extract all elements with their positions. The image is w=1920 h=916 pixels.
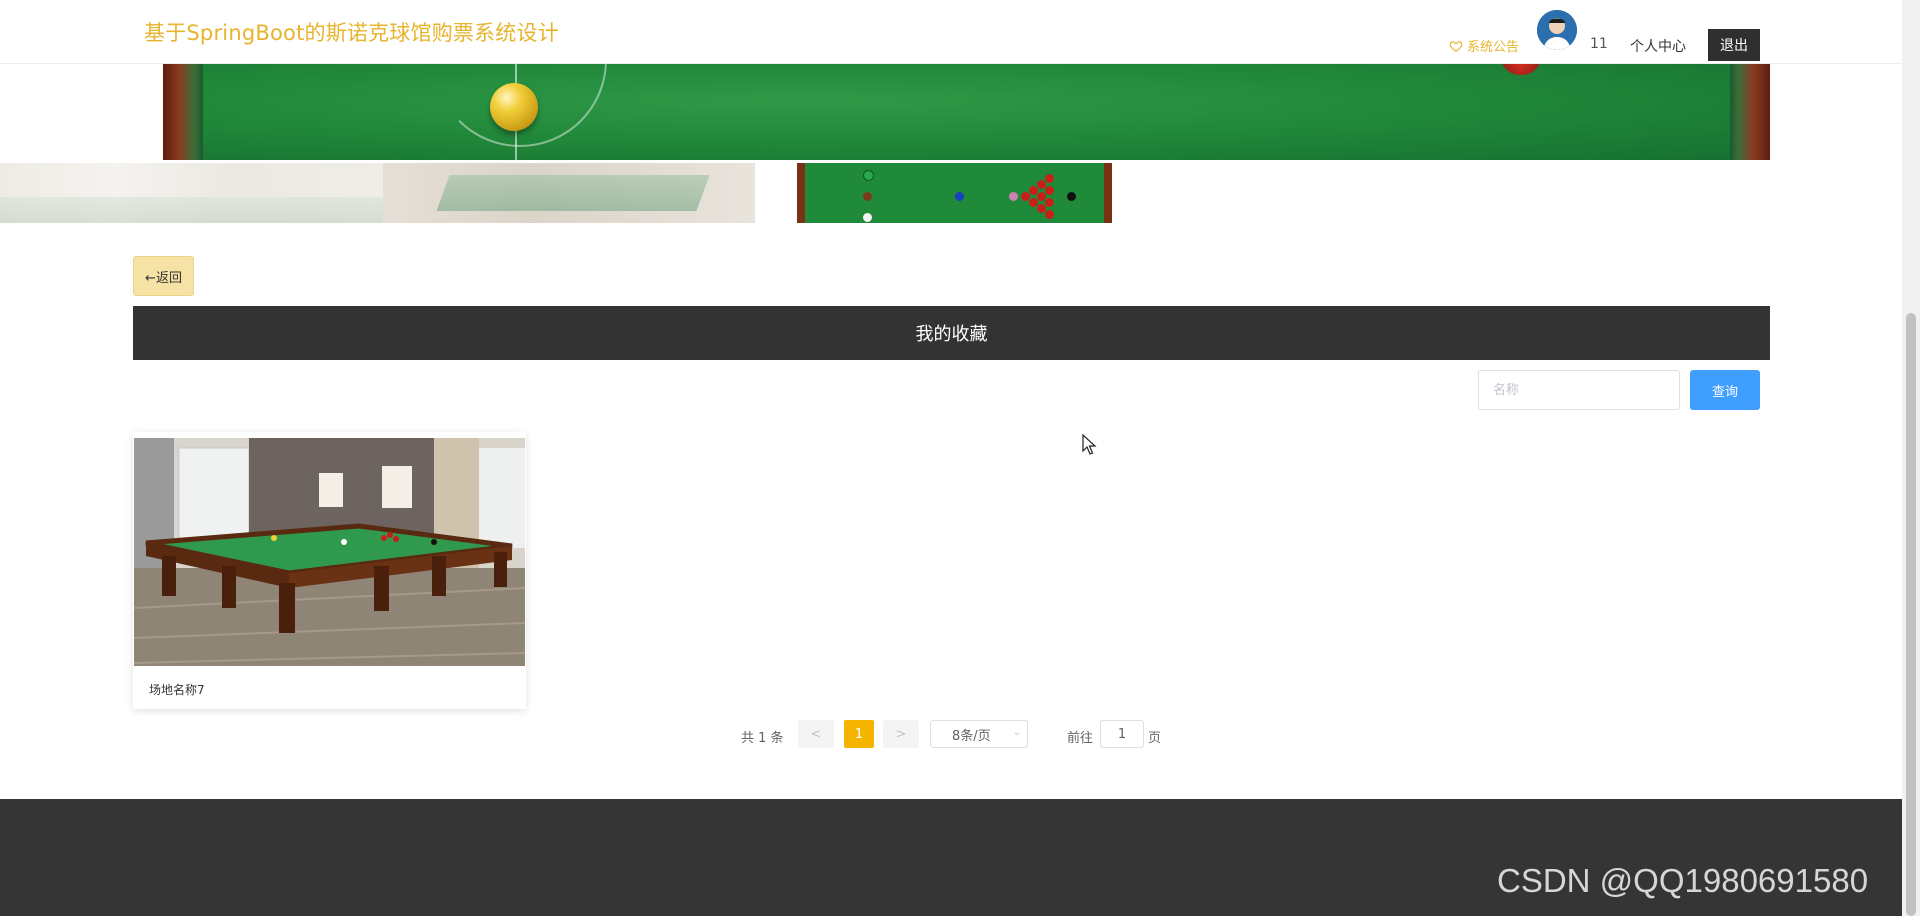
page-scrollbar[interactable] bbox=[1902, 0, 1920, 916]
banner-thumbnail-1[interactable] bbox=[0, 163, 383, 223]
heart-icon bbox=[1449, 40, 1463, 52]
venue-name: 场地名称7 bbox=[149, 683, 205, 697]
ball bbox=[1009, 192, 1018, 201]
red-ball bbox=[1502, 63, 1540, 75]
goto-label: 前往 bbox=[1067, 731, 1094, 746]
user-center-link[interactable]: 个人中心 bbox=[1630, 36, 1686, 56]
page-title: 我的收藏 bbox=[915, 324, 988, 345]
system-notice-link[interactable]: 系统公告 bbox=[1449, 36, 1519, 55]
banner-image bbox=[163, 63, 1770, 160]
goto-page-input[interactable] bbox=[1100, 720, 1144, 748]
back-button[interactable]: ←返回 bbox=[133, 256, 194, 296]
section-header: 我的收藏 bbox=[133, 306, 1770, 360]
ball bbox=[1045, 210, 1054, 219]
top-header: 基于SpringBoot的斯诺克球馆购票系统设计 系统公告 11 个人中心 退出 bbox=[0, 0, 1902, 64]
avatar[interactable] bbox=[1537, 10, 1577, 50]
pool-table-photo bbox=[134, 438, 525, 666]
table-rail-right bbox=[1730, 63, 1770, 160]
next-page-button[interactable]: > bbox=[883, 720, 919, 748]
search-input[interactable] bbox=[1478, 370, 1680, 410]
ball bbox=[1045, 174, 1054, 183]
avatar-image bbox=[1537, 10, 1577, 50]
pagination: 共 1 条 < 1 > 8条/页 ⌄ 前往 页 bbox=[0, 720, 1902, 750]
ball bbox=[863, 192, 872, 201]
page-size-select[interactable]: 8条/页 ⌄ bbox=[930, 720, 1028, 748]
ball bbox=[955, 192, 964, 201]
ball bbox=[1045, 198, 1054, 207]
pagination-total: 共 1 条 bbox=[741, 731, 784, 746]
ball bbox=[1067, 192, 1076, 201]
thumbnail-1-detail bbox=[0, 197, 383, 223]
banner-thumbnail-2[interactable] bbox=[383, 163, 755, 223]
ball bbox=[863, 170, 874, 181]
ball bbox=[1045, 186, 1054, 195]
mouse-cursor-icon bbox=[1082, 434, 1097, 455]
username: 11 bbox=[1590, 36, 1608, 52]
logout-button[interactable]: 退出 bbox=[1708, 29, 1760, 61]
goto-unit-label: 页 bbox=[1148, 731, 1162, 746]
chevron-down-icon: ⌄ bbox=[1012, 727, 1021, 738]
page-number-1[interactable]: 1 bbox=[844, 720, 874, 748]
notice-label: 系统公告 bbox=[1467, 40, 1520, 55]
watermark: CSDN @QQ1980691580 bbox=[1497, 862, 1869, 899]
site-title[interactable]: 基于SpringBoot的斯诺克球馆购票系统设计 bbox=[144, 17, 559, 47]
ball bbox=[863, 213, 872, 222]
table-rail-left bbox=[163, 63, 203, 160]
banner-thumbnail-3[interactable] bbox=[797, 163, 1112, 223]
thumbnail-2-detail bbox=[436, 175, 710, 211]
page-size-label: 8条/页 bbox=[952, 728, 991, 744]
favorite-card[interactable]: 场地名称7 bbox=[133, 432, 526, 709]
venue-image bbox=[134, 438, 525, 666]
prev-page-button[interactable]: < bbox=[798, 720, 834, 748]
yellow-ball bbox=[490, 83, 538, 131]
scrollbar-thumb[interactable] bbox=[1906, 313, 1916, 916]
search-button[interactable]: 查询 bbox=[1690, 370, 1760, 410]
